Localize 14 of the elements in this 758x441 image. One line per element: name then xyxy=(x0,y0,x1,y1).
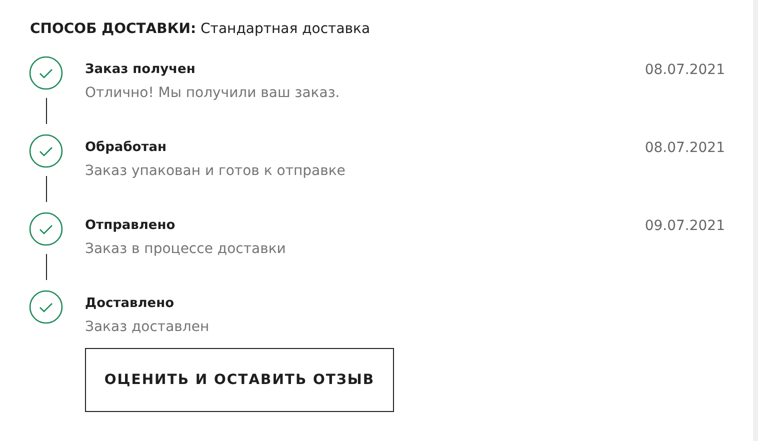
step-description: Заказ доставлен xyxy=(85,318,210,336)
step-title: Обработан xyxy=(85,139,168,157)
step-date: 08.07.2021 xyxy=(644,139,725,158)
step-title: Доставлено xyxy=(85,295,176,313)
step-title: Отправлено xyxy=(85,217,176,235)
delivery-method: Стандартная доставка xyxy=(200,21,370,37)
delivery-label: СПОСОБ ДОСТАВКИ: xyxy=(30,21,196,37)
step-description: Отлично! Мы получили ваш заказ. xyxy=(85,84,340,102)
step-description: Заказ упакован и готов к отправке xyxy=(85,162,346,180)
step-title: Заказ получен xyxy=(85,61,196,79)
review-button[interactable]: ОЦЕНИТЬ И ОСТАВИТЬ ОТЗЫВ xyxy=(85,348,394,412)
step-description: Заказ в процессе доставки xyxy=(85,240,286,258)
step-date: 09.07.2021 xyxy=(644,217,725,236)
step-date: 08.07.2021 xyxy=(644,61,725,80)
